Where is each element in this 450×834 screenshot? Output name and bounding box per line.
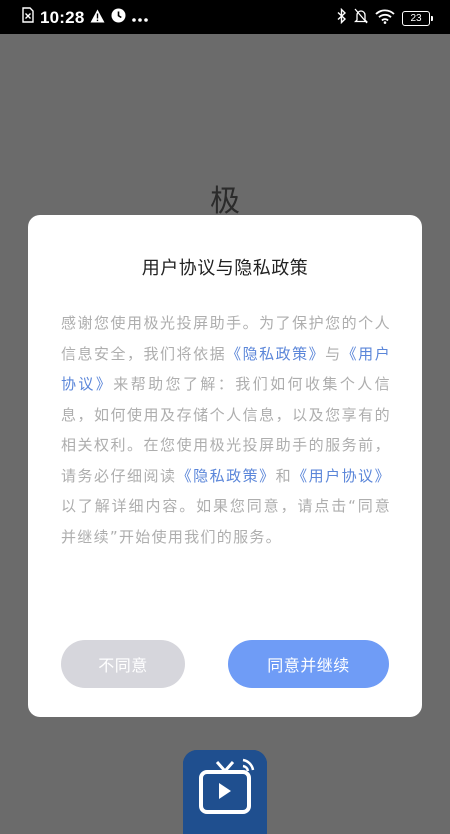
disagree-button[interactable]: 不同意 <box>61 640 185 688</box>
bluetooth-icon <box>337 7 347 28</box>
dialog-body-text: 感谢您使用极光投屏助手。为了保护您的个人信息安全，我们将依据《隐私政策》与《用户… <box>61 308 391 552</box>
privacy-policy-link[interactable]: 《隐私政策》 <box>226 345 325 363</box>
silent-icon <box>353 8 369 28</box>
user-agreement-link-2[interactable]: 《用户协议》 <box>292 467 391 485</box>
privacy-agreement-dialog: 用户协议与隐私政策 感谢您使用极光投屏助手。为了保护您的个人信息安全，我们将依据… <box>28 215 422 717</box>
body-text-2: 与 <box>325 344 342 363</box>
tv-logo-icon <box>183 750 267 834</box>
background-title: 极 <box>210 184 240 219</box>
warning-icon <box>90 8 105 28</box>
dialog-title: 用户协议与隐私政策 <box>141 258 309 279</box>
status-time: 10:28 <box>40 7 85 27</box>
sim-x-icon <box>22 7 34 28</box>
body-text-5: 以了解详细内容。如果您同意，请点击“同意并继续”开始使用我们的服务。 <box>61 497 391 546</box>
more-dots-icon <box>132 8 149 28</box>
battery-icon: 23 <box>402 10 433 26</box>
wifi-icon <box>375 9 395 28</box>
agree-and-continue-button[interactable]: 同意并继续 <box>228 640 389 688</box>
status-bar: 10:28 23 <box>0 0 450 34</box>
status-left: 10:28 <box>22 7 149 28</box>
status-right: 23 <box>337 7 433 28</box>
body-text-4: 和 <box>275 466 293 485</box>
privacy-policy-link-2[interactable]: 《隐私政策》 <box>177 467 276 485</box>
clock-app-icon <box>111 8 126 28</box>
